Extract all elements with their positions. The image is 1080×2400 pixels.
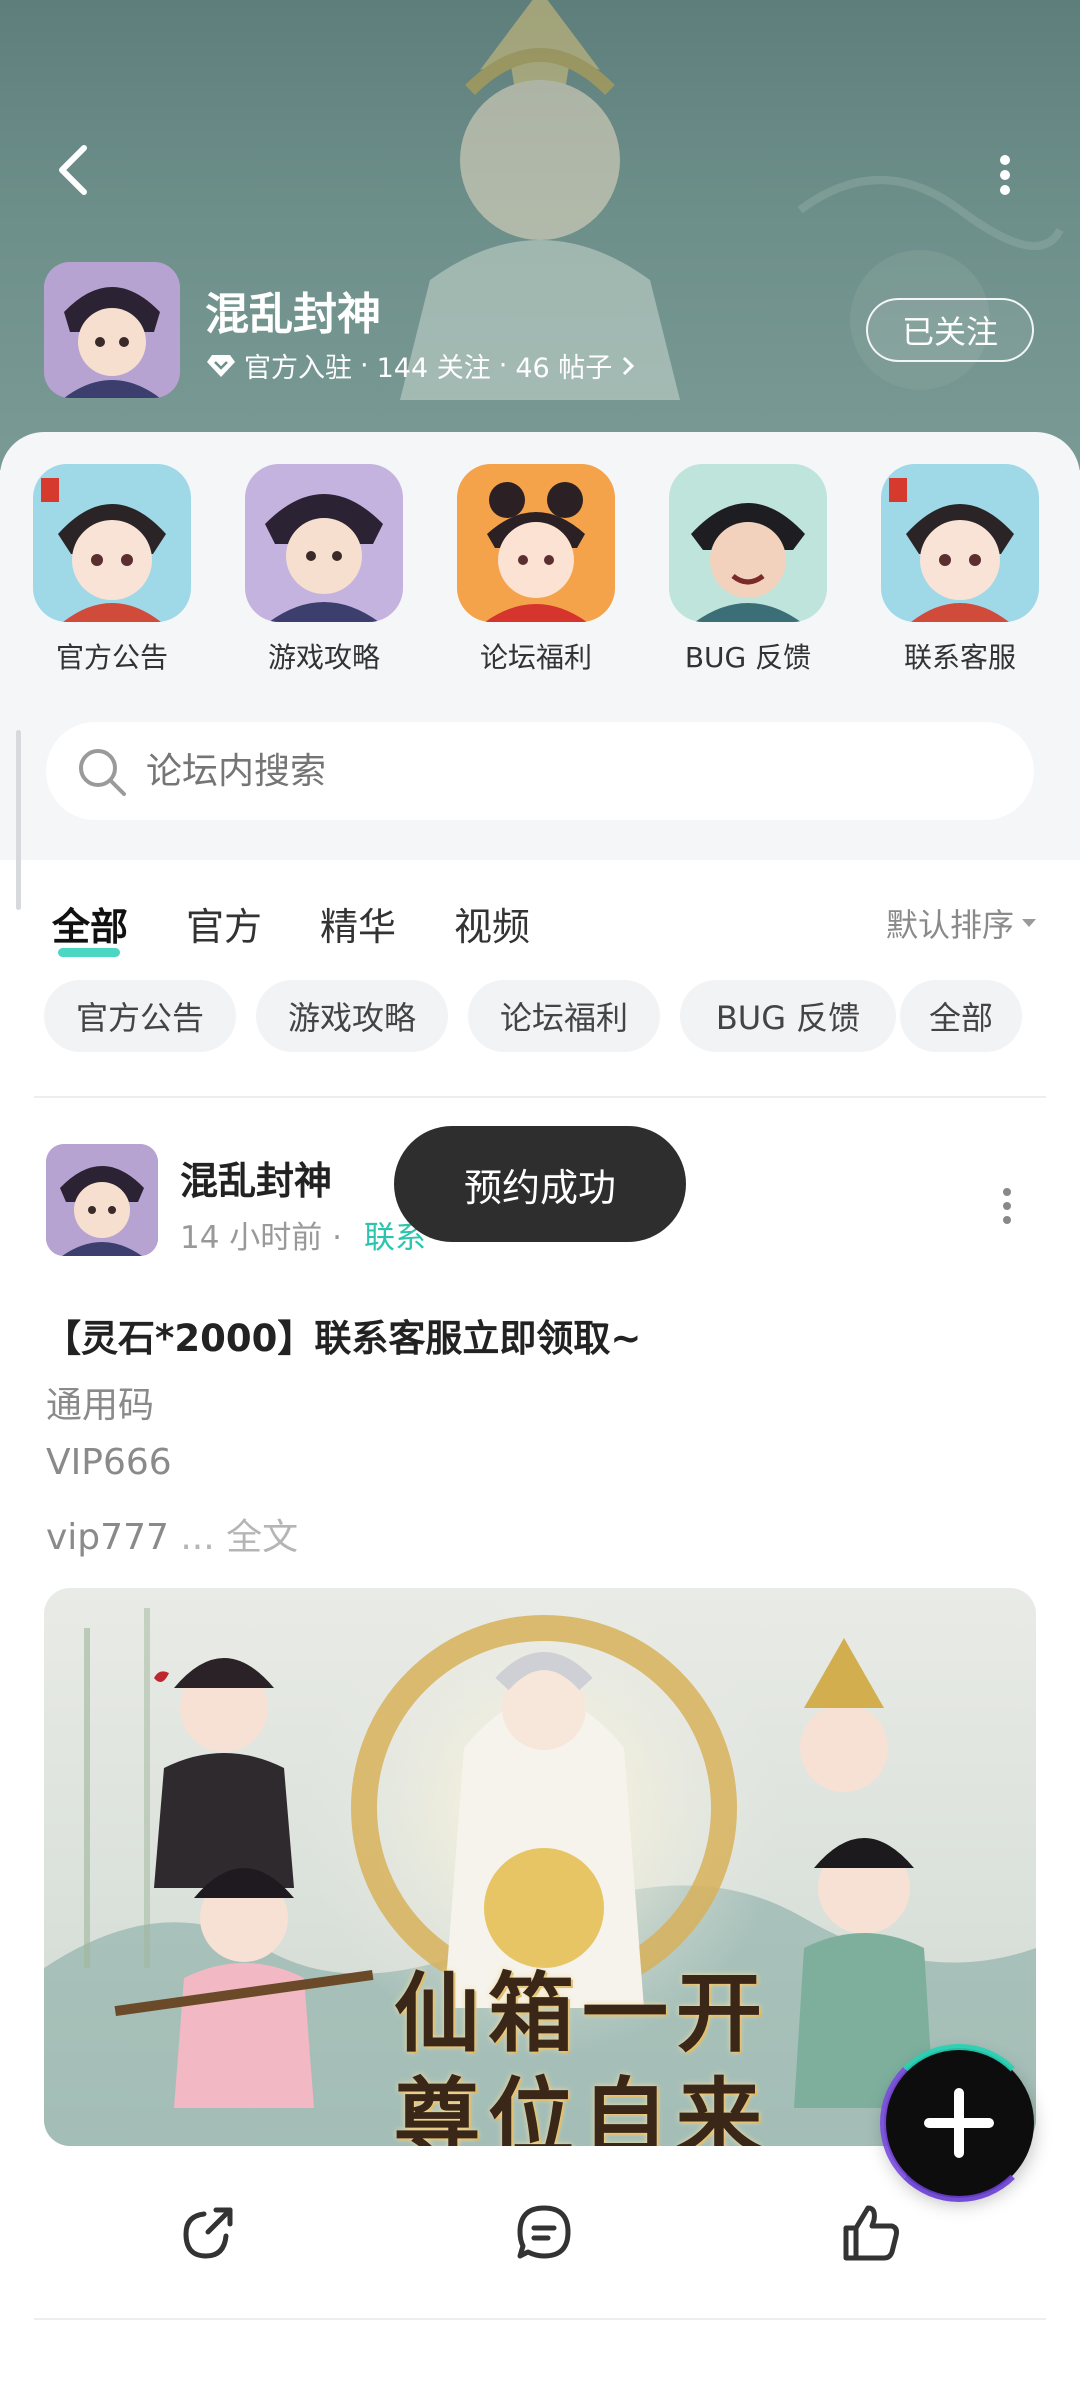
- post-time-separator: ·: [332, 1220, 343, 1256]
- toast-message: 预约成功: [394, 1126, 686, 1242]
- chip-guide[interactable]: 游戏攻略: [256, 980, 448, 1052]
- tab-featured[interactable]: 精华: [320, 896, 396, 951]
- follow-button[interactable]: 已关注: [866, 298, 1034, 362]
- fab-ring: [880, 2044, 1038, 2202]
- more-options-icon[interactable]: [990, 150, 1020, 200]
- meta-separator: ·: [360, 350, 369, 381]
- chip-bug-report[interactable]: BUG 反馈: [680, 980, 896, 1052]
- author-avatar[interactable]: [46, 1144, 158, 1256]
- tab-video[interactable]: 视频: [454, 896, 530, 951]
- verified-label: 官方入驻: [244, 353, 352, 384]
- chip-all[interactable]: 全部: [900, 980, 1022, 1052]
- posts-count: 46 帖子: [515, 353, 613, 384]
- sort-dropdown[interactable]: 默认排序: [886, 900, 1038, 946]
- search-input[interactable]: [146, 722, 1006, 820]
- feed-tabs: 全部 官方 精华 视频 默认排序: [0, 860, 1080, 984]
- banner-slogan-line2: 尊位自来: [394, 2068, 770, 2146]
- diamond-badge-icon: [207, 354, 235, 377]
- post-line: vip777 ... 全文: [46, 1508, 298, 1560]
- announcement-avatar-icon: [33, 464, 191, 622]
- like-icon[interactable]: [840, 2200, 904, 2264]
- tab-all[interactable]: 全部: [52, 896, 128, 951]
- benefits-avatar-icon: [457, 464, 615, 622]
- ellipsis: ...: [168, 1517, 227, 1558]
- forum-meta[interactable]: 官方入驻 · 144 关注 · 46 帖子: [206, 346, 636, 385]
- post-title[interactable]: 【灵石*2000】联系客服立即领取~: [44, 1308, 641, 1362]
- quick-link-label: 联系客服: [903, 641, 1016, 674]
- forum-search-bar[interactable]: [46, 722, 1034, 820]
- guide-avatar-icon: [245, 464, 403, 622]
- post-time: 14 小时前 ·: [180, 1212, 342, 1257]
- post-more-icon[interactable]: [995, 1186, 1019, 1226]
- forum-title: 混乱封神: [205, 289, 381, 340]
- quick-link-label: 论坛福利: [479, 641, 592, 674]
- quick-link-guide[interactable]: 游戏攻略: [234, 464, 414, 676]
- post-line: 通用码: [46, 1385, 155, 1426]
- customer-service-avatar-icon: [881, 464, 1039, 622]
- post-line-text: vip777: [46, 1517, 169, 1558]
- bug-report-avatar-icon: [669, 464, 827, 622]
- read-more-link[interactable]: 全文: [226, 1517, 298, 1558]
- caret-down-icon: [1022, 919, 1037, 927]
- tab-official[interactable]: 官方: [186, 896, 262, 951]
- post-time-text: 14 小时前: [180, 1220, 323, 1256]
- create-post-button[interactable]: [880, 2044, 1038, 2202]
- quick-link-customer-service[interactable]: 联系客服: [870, 464, 1050, 676]
- quick-link-label: BUG 反馈: [684, 641, 812, 674]
- chevron-right-icon: [623, 356, 635, 375]
- quick-link-benefits[interactable]: 论坛福利: [446, 464, 626, 676]
- meta-separator: ·: [498, 350, 508, 381]
- scroll-indicator[interactable]: [16, 730, 21, 910]
- divider: [34, 2318, 1046, 2320]
- chip-announcement[interactable]: 官方公告: [44, 980, 236, 1052]
- comment-icon[interactable]: [512, 2200, 576, 2264]
- quick-link-label: 官方公告: [55, 641, 168, 674]
- followers-count: 144 关注: [376, 353, 491, 384]
- quick-link-label: 游戏攻略: [267, 641, 380, 674]
- share-icon[interactable]: [176, 2200, 240, 2264]
- sort-label: 默认排序: [886, 906, 1015, 944]
- divider: [34, 1096, 1046, 1098]
- forum-header: 混乱封神 官方入驻 · 144 关注 · 46 帖子 已关注: [0, 0, 1080, 470]
- quick-links: 官方公告 游戏攻略 论坛福利 BUG 反馈 联系客服: [0, 464, 1080, 674]
- header-background-art: [797, 176, 1064, 390]
- back-arrow-icon[interactable]: [46, 140, 106, 200]
- chip-benefits[interactable]: 论坛福利: [468, 980, 660, 1052]
- quick-link-announcement[interactable]: 官方公告: [22, 464, 202, 676]
- search-icon: [79, 749, 126, 796]
- post-author[interactable]: 混乱封神: [180, 1150, 332, 1205]
- post-actions: [0, 2200, 1080, 2280]
- quick-link-bug-report[interactable]: BUG 反馈: [658, 464, 838, 676]
- post-line: VIP666: [46, 1442, 172, 1483]
- app-icon[interactable]: [44, 262, 180, 398]
